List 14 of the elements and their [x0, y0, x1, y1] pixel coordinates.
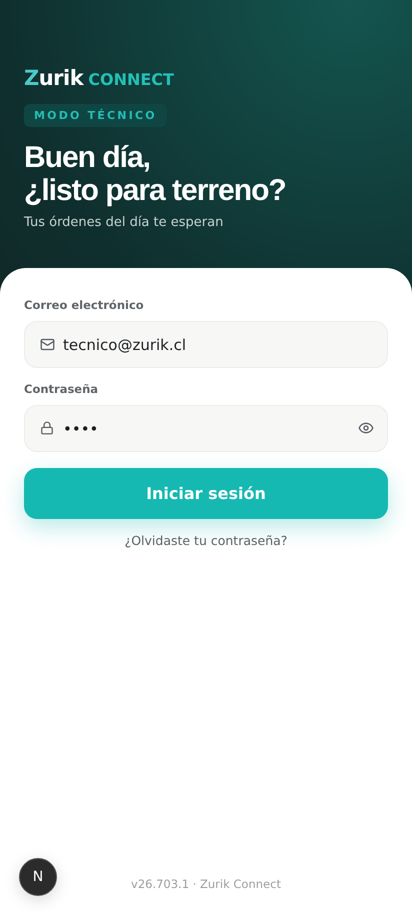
mode-badge: MODO TÉCNICO — [24, 104, 167, 127]
password-label: Contraseña — [24, 382, 100, 396]
forgot-password-link[interactable]: ¿Olvidaste tu contraseña? — [124, 533, 288, 548]
email-label: Correo electrónico — [24, 298, 145, 312]
password-field[interactable]: •••• — [24, 405, 388, 452]
greeting-subtitle: Tus órdenes del día te esperan — [24, 215, 224, 230]
product-name: CONNECT — [88, 70, 174, 89]
version-text: v26.703.1 · Zurik Connect — [130, 877, 282, 891]
mail-icon — [40, 337, 55, 352]
lock-icon — [40, 421, 54, 435]
brand-name: Zurik — [24, 66, 84, 90]
email-field[interactable]: tecnico@zurik.cl — [24, 321, 388, 368]
eye-icon[interactable] — [358, 420, 374, 436]
greeting-title: Buen día, ¿listo para terreno? — [24, 141, 286, 207]
